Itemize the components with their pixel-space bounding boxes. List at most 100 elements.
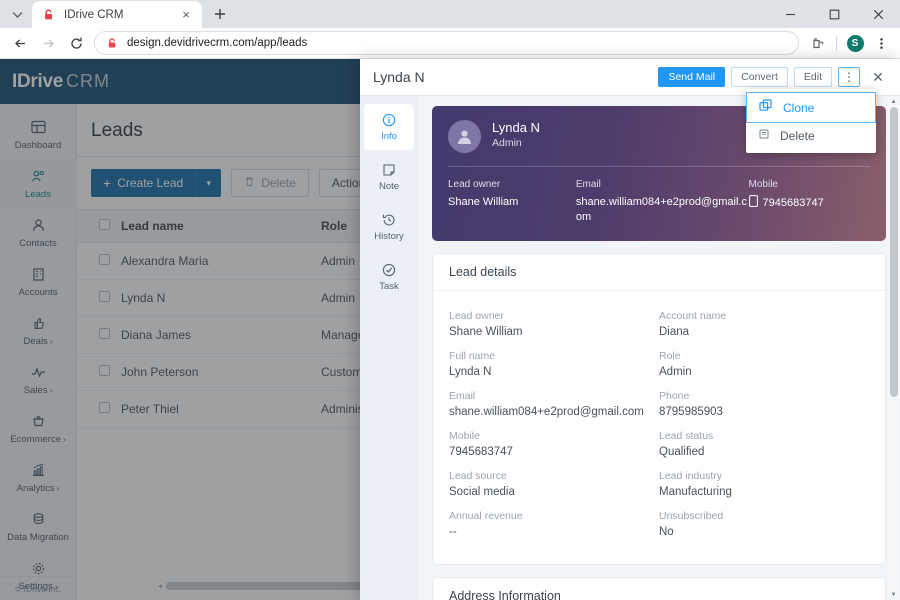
panel-scroll-area: Lynda N Admin Lead status Qualified ▾ bbox=[418, 96, 900, 600]
field-value: Shane William bbox=[448, 195, 576, 210]
idrive-lock-icon bbox=[105, 36, 119, 50]
detail-field-value: Qualified bbox=[659, 446, 869, 458]
menu-item-delete[interactable]: Delete bbox=[746, 122, 876, 149]
panel-vertical-scrollbar[interactable]: ▲ ▼ bbox=[888, 96, 899, 600]
browser-tab[interactable]: IDrive CRM × bbox=[32, 1, 202, 28]
field-label: Mobile bbox=[749, 179, 870, 190]
detail-field-value: 7945683747 bbox=[449, 446, 659, 458]
detail-field-value: Lynda N bbox=[449, 366, 659, 378]
panel-scroll-thumb[interactable] bbox=[890, 107, 898, 397]
detail-field-label: Lead industry bbox=[659, 470, 869, 482]
tab-label: History bbox=[374, 231, 404, 242]
detail-field: Mobile 7945683747 bbox=[449, 430, 659, 458]
info-icon bbox=[382, 112, 396, 127]
lead-details-card: Lead details Lead owner Shane William Full… bbox=[432, 253, 886, 565]
detail-field-label: Phone bbox=[659, 390, 869, 402]
reload-icon[interactable] bbox=[62, 29, 90, 57]
detail-field-label: Account name bbox=[659, 310, 869, 322]
detail-field-label: Email bbox=[449, 390, 659, 402]
note-icon bbox=[382, 162, 396, 177]
clone-icon bbox=[759, 99, 773, 116]
user-avatar-icon bbox=[448, 120, 481, 153]
detail-field: Phone8795985903 bbox=[659, 390, 869, 418]
tab-history[interactable]: History bbox=[364, 204, 414, 250]
panel-tabs: Info Note History Task bbox=[360, 96, 418, 600]
scroll-up-icon[interactable]: ▲ bbox=[888, 96, 899, 107]
menu-item-label: Clone bbox=[783, 101, 814, 115]
menu-item-label: Delete bbox=[780, 129, 815, 143]
close-window-button[interactable] bbox=[856, 0, 900, 28]
close-icon[interactable]: × bbox=[178, 7, 194, 23]
edit-button[interactable]: Edit bbox=[794, 67, 832, 87]
detail-field-label: Full name bbox=[449, 350, 659, 362]
idrive-lock-icon bbox=[40, 7, 56, 23]
address-bar-url: design.devidrivecrm.com/app/leads bbox=[127, 37, 307, 49]
detail-field: Unsubscribed No bbox=[659, 510, 869, 538]
detail-field-value: Admin bbox=[659, 366, 869, 378]
back-icon[interactable] bbox=[6, 29, 34, 57]
address-information-card: Address Information bbox=[432, 577, 886, 600]
profile-initial: S bbox=[847, 35, 864, 52]
detail-field-label: Lead owner bbox=[449, 310, 659, 322]
lead-details-heading: Lead details bbox=[433, 254, 885, 291]
detail-field-label: Lead status bbox=[659, 430, 869, 442]
detail-field-value: No bbox=[659, 526, 869, 538]
field-value: 7945683747 bbox=[763, 196, 824, 211]
hero-identity: Lynda N Admin bbox=[492, 120, 540, 149]
tab-task[interactable]: Task bbox=[364, 254, 414, 300]
browser-tab-title: IDrive CRM bbox=[64, 9, 178, 21]
tab-note[interactable]: Note bbox=[364, 154, 414, 200]
share-icon[interactable] bbox=[805, 30, 831, 56]
close-panel-button[interactable]: ✕ bbox=[866, 65, 890, 89]
tab-label: Note bbox=[379, 181, 399, 192]
address-bar[interactable]: design.devidrivecrm.com/app/leads bbox=[94, 31, 799, 55]
detail-field-label: Role bbox=[659, 350, 869, 362]
maximize-button[interactable] bbox=[812, 0, 856, 28]
tab-label: Info bbox=[381, 131, 397, 142]
detail-field-value: shane.william084+e2prod@gmail.com bbox=[449, 406, 659, 418]
detail-field-value: Manufacturing bbox=[659, 486, 869, 498]
tab-info[interactable]: Info bbox=[364, 104, 414, 150]
detail-field-value: Shane William bbox=[449, 326, 659, 338]
detail-field-label: Annual revenue bbox=[449, 510, 659, 522]
task-icon bbox=[382, 262, 396, 277]
trash-icon bbox=[758, 128, 770, 143]
panel-title: Lynda N bbox=[373, 69, 652, 85]
browser-window: IDrive CRM × bbox=[0, 0, 900, 600]
hero-field-email: Email shane.william084+e2prod@gmail.com bbox=[576, 179, 749, 225]
field-label: Lead owner bbox=[448, 179, 576, 190]
address-information-heading: Address Information bbox=[433, 578, 885, 600]
field-value: shane.william084+e2prod@gmail.com bbox=[576, 195, 749, 225]
tab-search-icon[interactable] bbox=[4, 1, 30, 27]
browser-toolbar: design.devidrivecrm.com/app/leads S bbox=[0, 28, 900, 59]
convert-button[interactable]: Convert bbox=[731, 67, 788, 87]
hero-name: Lynda N bbox=[492, 120, 540, 135]
detail-field-value: Diana bbox=[659, 326, 869, 338]
panel-body: Info Note History Task bbox=[360, 96, 900, 600]
forward-icon[interactable] bbox=[34, 29, 62, 57]
history-icon bbox=[382, 212, 396, 227]
hero-field-mobile: Mobile 7945683747 bbox=[749, 179, 870, 225]
lead-details-left-column: Lead owner Shane William Full name Lynda N E… bbox=[449, 301, 659, 550]
hero-fields: Lead owner Shane William Email shane.wil… bbox=[448, 179, 870, 225]
detail-field: Role Admin bbox=[659, 350, 869, 378]
profile-avatar[interactable]: S bbox=[842, 30, 868, 56]
send-mail-button[interactable]: Send Mail bbox=[658, 67, 725, 87]
new-tab-button[interactable] bbox=[206, 0, 234, 28]
menu-item-clone[interactable]: Clone bbox=[746, 92, 876, 123]
detail-field-value: -- bbox=[449, 526, 659, 538]
kebab-menu-icon[interactable] bbox=[868, 30, 894, 56]
scroll-down-icon[interactable]: ▼ bbox=[888, 589, 899, 600]
window-controls bbox=[768, 0, 900, 28]
hero-field-lead-owner: Lead owner Shane William bbox=[448, 179, 576, 225]
more-options-button[interactable]: ⋮ bbox=[838, 67, 860, 87]
minimize-button[interactable] bbox=[768, 0, 812, 28]
detail-field-label: Mobile bbox=[449, 430, 659, 442]
field-label: Email bbox=[576, 179, 749, 190]
mobile-phone-icon bbox=[749, 195, 758, 212]
detail-field: Email shane.william084+e2prod@gmail.com bbox=[449, 390, 659, 418]
lead-detail-panel: Lynda N Send Mail Convert Edit ⋮ ✕ Info … bbox=[360, 59, 900, 600]
lead-details-right-column: Account name Diana Role Admin Phone879598590… bbox=[659, 301, 869, 550]
detail-field-label: Unsubscribed bbox=[659, 510, 869, 522]
detail-field: Lead status Qualified bbox=[659, 430, 869, 458]
